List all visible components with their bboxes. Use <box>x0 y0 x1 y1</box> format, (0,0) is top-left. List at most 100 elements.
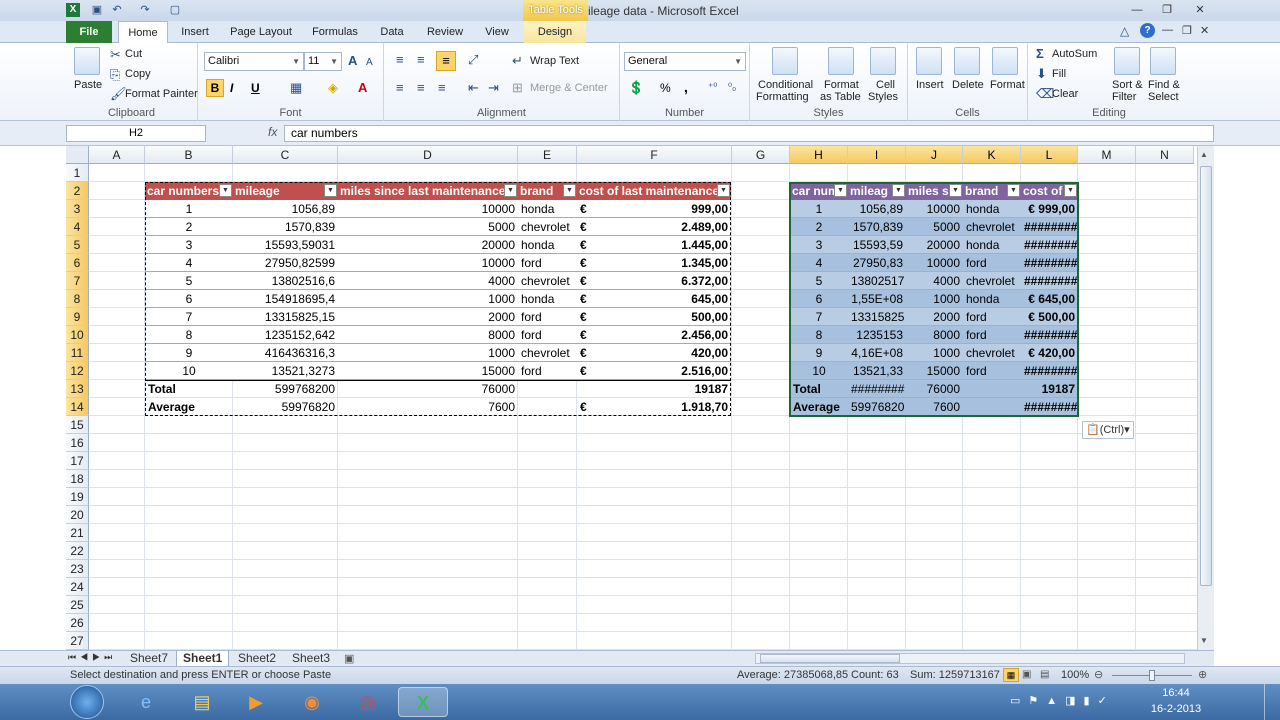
table-cell[interactable]: ford <box>518 308 577 326</box>
tab-review[interactable]: Review <box>420 21 470 43</box>
table-cell[interactable]: 8000 <box>906 326 963 344</box>
table-cell[interactable]: chevrolet <box>518 344 577 362</box>
row-header-23[interactable]: 23 <box>66 560 89 578</box>
filter-dropdown-icon[interactable]: ▼ <box>219 184 232 197</box>
borders-icon[interactable]: ▦ <box>290 81 302 95</box>
media-player-icon[interactable]: ▶ <box>238 687 274 717</box>
row-header-5[interactable]: 5 <box>66 236 89 254</box>
table-cell[interactable]: 13521,33 <box>848 362 906 380</box>
cell-styles-label-2[interactable]: Styles <box>868 91 898 103</box>
row-header-11[interactable]: 11 <box>66 344 89 362</box>
vertical-scrollbar[interactable]: ▲ ▼ <box>1197 146 1214 650</box>
currency-icon[interactable]: 💲 <box>628 81 644 95</box>
table-header-cell[interactable]: cost of ▼ <box>1021 182 1078 200</box>
decrease-decimal-icon[interactable]: ⁰₀ <box>728 81 736 95</box>
conditional-formatting-label-2[interactable]: Formatting <box>756 91 809 103</box>
table-cell[interactable]: 10000 <box>338 254 518 272</box>
italic-button[interactable]: I <box>230 81 233 95</box>
system-tray-icons[interactable]: ▭⚑▲◨▮✓ <box>1010 694 1115 707</box>
paste-icon[interactable] <box>74 47 100 75</box>
table-cell[interactable]: € <box>577 236 607 254</box>
format-button[interactable]: Format <box>990 79 1025 91</box>
table-cell[interactable]: 2000 <box>906 308 963 326</box>
align-center-icon[interactable]: ≡ <box>417 81 425 95</box>
row-header-18[interactable]: 18 <box>66 470 89 488</box>
tab-file[interactable]: File <box>66 21 112 43</box>
find-select-label[interactable]: Find & <box>1148 79 1180 91</box>
scroll-up-icon[interactable]: ▲ <box>1200 150 1208 159</box>
table-cell[interactable]: € <box>577 218 607 236</box>
align-right-icon[interactable]: ≡ <box>438 81 446 95</box>
table-average-cell[interactable]: 1.918,70 <box>607 398 731 416</box>
table-cell[interactable]: chevrolet <box>963 344 1021 362</box>
scroll-down-icon[interactable]: ▼ <box>1200 636 1208 645</box>
column-header-c[interactable]: C <box>233 146 338 164</box>
format-as-table-label-2[interactable]: as Table <box>820 91 861 103</box>
table-cell[interactable]: 13802517 <box>848 272 906 290</box>
table-cell[interactable]: 4 <box>790 254 848 272</box>
tab-insert[interactable]: Insert <box>172 21 218 43</box>
table-cell[interactable]: € 500,00 <box>1021 308 1078 326</box>
format-as-table-label[interactable]: Format <box>824 79 859 91</box>
column-header-m[interactable]: M <box>1078 146 1136 164</box>
column-header-j[interactable]: J <box>906 146 963 164</box>
filter-dropdown-icon[interactable]: ▼ <box>1007 184 1020 197</box>
table-average-label[interactable]: Average <box>790 398 848 416</box>
column-header-b[interactable]: B <box>145 146 233 164</box>
table-average-cell[interactable] <box>518 398 577 416</box>
table-average-cell[interactable] <box>963 398 1021 416</box>
clear-button[interactable]: Clear <box>1052 88 1078 100</box>
table-cell[interactable]: 6 <box>145 290 233 308</box>
page-layout-view-icon[interactable]: ▣ <box>1022 669 1031 680</box>
worksheet-grid[interactable]: ABCDEFGHIJKLMN 1 2 3 4 5 6 7 8 9 10 11 12 13 14 15 16 17… <box>0 146 1214 650</box>
row-header-9[interactable]: 9 <box>66 308 89 326</box>
table-cell[interactable]: 1.445,00 <box>607 236 731 254</box>
column-header-g[interactable]: G <box>732 146 790 164</box>
table-cell[interactable]: ford <box>518 326 577 344</box>
table-cell[interactable]: 420,00 <box>607 344 731 362</box>
table-cell[interactable]: 1056,89 <box>848 200 906 218</box>
cell-styles-label[interactable]: Cell <box>876 79 895 91</box>
table-header-cell[interactable]: car num ▼ <box>790 182 848 200</box>
column-header-d[interactable]: D <box>338 146 518 164</box>
filter-dropdown-icon[interactable]: ▼ <box>717 184 730 197</box>
workbook-minimize-icon[interactable]: — <box>1162 24 1173 36</box>
table-cell[interactable]: chevrolet <box>518 272 577 290</box>
table-cell[interactable]: 2 <box>790 218 848 236</box>
format-painter-button[interactable]: Format Painter <box>125 88 198 100</box>
table-cell[interactable]: 4000 <box>906 272 963 290</box>
table-cell[interactable]: 4,16E+08 <box>848 344 906 362</box>
row-header-4[interactable]: 4 <box>66 218 89 236</box>
table-total-cell[interactable]: 599768200 <box>233 380 338 398</box>
table-cell[interactable]: € <box>577 290 607 308</box>
table-cell[interactable]: 1 <box>145 200 233 218</box>
comma-button[interactable]: , <box>684 79 688 95</box>
table-cell[interactable]: 13315825,15 <box>233 308 338 326</box>
underline-button[interactable]: U <box>251 81 260 95</box>
column-header-f[interactable]: F <box>577 146 732 164</box>
row-header-10[interactable]: 10 <box>66 326 89 344</box>
table-cell[interactable]: 2.516,00 <box>607 362 731 380</box>
workbook-restore-icon[interactable]: ❐ <box>1182 24 1192 37</box>
row-header-14[interactable]: 14 <box>66 398 89 416</box>
table-cell[interactable]: 27950,82599 <box>233 254 338 272</box>
sheet-tab-sheet7[interactable]: Sheet7 <box>124 651 174 667</box>
merge-center-button[interactable]: Merge & Center <box>530 82 608 94</box>
table-cell[interactable]: ######## <box>1021 218 1078 236</box>
table-cell[interactable]: 3 <box>145 236 233 254</box>
row-header-21[interactable]: 21 <box>66 524 89 542</box>
paste-button[interactable]: Paste <box>74 79 102 91</box>
table-cell[interactable]: 27950,83 <box>848 254 906 272</box>
table-cell[interactable]: 1000 <box>338 290 518 308</box>
close-icon[interactable]: ✕ <box>1188 2 1212 18</box>
orientation-icon[interactable]: ⤢ <box>468 53 478 67</box>
table-cell[interactable]: 10 <box>145 362 233 380</box>
table-cell[interactable]: € <box>577 254 607 272</box>
table-header-cell[interactable]: mileag ▼ <box>848 182 906 200</box>
table-cell[interactable]: 2000 <box>338 308 518 326</box>
table-cell[interactable]: chevrolet <box>963 272 1021 290</box>
table-cell[interactable]: € <box>577 272 607 290</box>
row-header-2[interactable]: 2 <box>66 182 89 200</box>
align-bottom-icon[interactable]: ≡ <box>436 51 456 71</box>
table-cell[interactable]: 5000 <box>906 218 963 236</box>
